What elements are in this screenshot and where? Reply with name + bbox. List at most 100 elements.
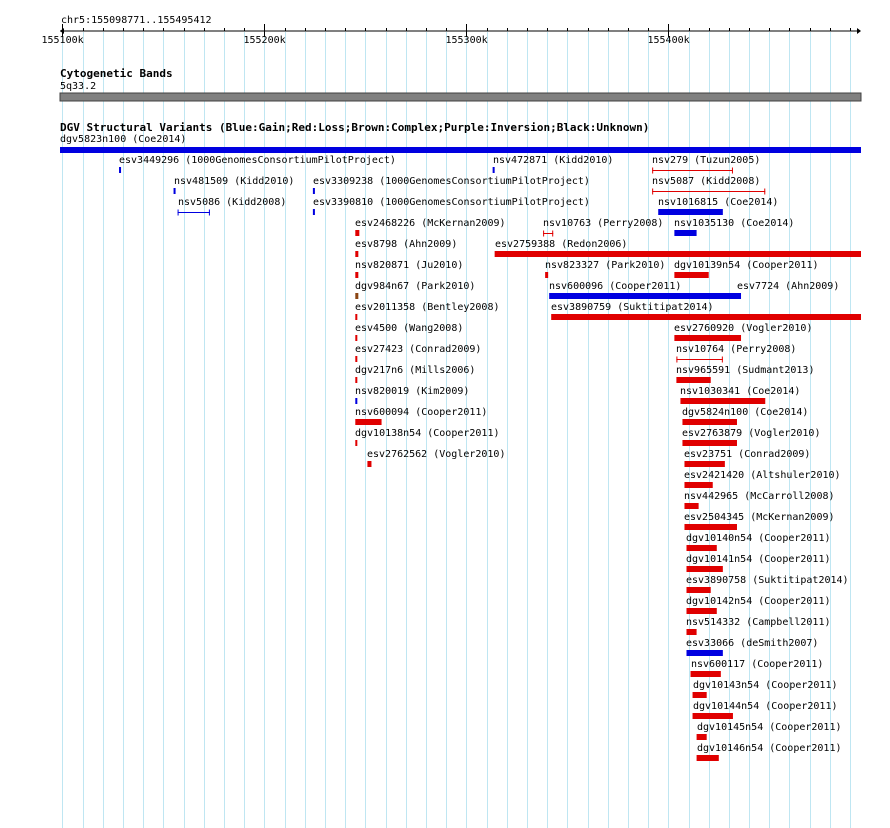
sv-feature-label[interactable]: nsv1030341 (Coe2014) <box>680 386 800 398</box>
sv-feature-label[interactable]: nsv442965 (McCarroll2008) <box>684 491 835 503</box>
sv-feature-label[interactable]: dgv10146n54 (Cooper2011) <box>697 743 842 755</box>
cytoband-band-label[interactable]: 5q33.2 <box>60 81 96 93</box>
sv-feature-label[interactable]: dgv984n67 (Park2010) <box>355 281 475 293</box>
sv-feature-glyph[interactable] <box>355 419 382 425</box>
sv-feature-glyph[interactable] <box>494 251 861 257</box>
sv-feature-glyph[interactable] <box>367 461 372 467</box>
sv-feature-label[interactable]: nsv600096 (Cooper2011) <box>549 281 681 293</box>
sv-feature-label[interactable]: esv3309238 (1000GenomesConsortiumPilotPr… <box>313 176 590 188</box>
sv-feature-glyph[interactable] <box>119 167 122 173</box>
sv-feature-label[interactable]: nsv820019 (Kim2009) <box>355 386 469 398</box>
sv-feature-label[interactable]: nsv1016815 (Coe2014) <box>658 197 778 209</box>
sv-feature-label[interactable]: nsv5087 (Kidd2008) <box>652 176 760 188</box>
sv-feature-glyph[interactable] <box>545 272 549 278</box>
sv-feature-label[interactable]: nsv1035130 (Coe2014) <box>674 218 794 230</box>
sv-feature-label[interactable]: dgv10140n54 (Cooper2011) <box>686 533 831 545</box>
sv-feature-label[interactable]: nsv823327 (Park2010) <box>545 260 665 272</box>
sv-feature-glyph[interactable] <box>492 167 495 173</box>
sv-feature-label[interactable]: dgv5823n100 (Coe2014) <box>60 134 186 146</box>
sv-feature-label[interactable]: esv2759388 (Redon2006) <box>495 239 627 251</box>
sv-feature-glyph[interactable] <box>684 482 713 488</box>
sv-feature-glyph[interactable] <box>551 314 861 320</box>
sv-feature-glyph[interactable] <box>686 587 711 593</box>
sv-feature-glyph[interactable] <box>690 671 721 677</box>
sv-feature-glyph[interactable] <box>355 335 358 341</box>
sv-feature-glyph[interactable] <box>658 209 723 215</box>
sv-feature-glyph[interactable] <box>682 419 737 425</box>
sv-feature-glyph[interactable] <box>355 251 359 257</box>
cytoband-bar[interactable] <box>59 92 862 102</box>
sv-feature-label[interactable]: dgv10142n54 (Cooper2011) <box>686 596 831 608</box>
sv-feature-glyph[interactable] <box>674 230 697 236</box>
sv-feature-glyph[interactable] <box>682 440 737 446</box>
sv-feature-label[interactable]: nsv5086 (Kidd2008) <box>178 197 286 209</box>
sv-feature-glyph[interactable] <box>312 209 315 215</box>
sv-feature-glyph[interactable] <box>736 293 741 299</box>
sv-feature-label[interactable]: esv2468226 (McKernan2009) <box>355 218 506 230</box>
sv-feature-label[interactable]: esv3890759 (Suktitipat2014) <box>551 302 714 314</box>
sv-feature-glyph[interactable] <box>355 230 360 236</box>
sv-feature-label[interactable]: nsv472871 (Kidd2010) <box>493 155 613 167</box>
sv-feature-label[interactable]: dgv10141n54 (Cooper2011) <box>686 554 831 566</box>
sv-feature-label[interactable]: esv8798 (Ahn2009) <box>355 239 457 251</box>
sv-feature-label[interactable]: dgv5824n100 (Coe2014) <box>682 407 808 419</box>
sv-feature-label[interactable]: esv4500 (Wang2008) <box>355 323 463 335</box>
sv-feature-label[interactable]: dgv10144n54 (Cooper2011) <box>693 701 838 713</box>
sv-feature-glyph[interactable] <box>696 755 719 761</box>
sv-feature-glyph[interactable] <box>355 314 358 320</box>
sv-feature-label[interactable]: nsv600117 (Cooper2011) <box>691 659 823 671</box>
sv-feature-label[interactable]: esv2504345 (McKernan2009) <box>684 512 835 524</box>
sv-feature-label[interactable]: esv3449296 (1000GenomesConsortiumPilotPr… <box>119 155 396 167</box>
sv-feature-glyph[interactable] <box>686 608 717 614</box>
sv-feature-label[interactable]: nsv820871 (Ju2010) <box>355 260 463 272</box>
sv-feature-glyph[interactable] <box>686 650 723 656</box>
sv-feature-glyph[interactable] <box>692 713 733 719</box>
sv-feature-label[interactable]: esv3390810 (1000GenomesConsortiumPilotPr… <box>313 197 590 209</box>
sv-feature-glyph[interactable] <box>543 230 554 237</box>
sv-feature-label[interactable]: esv2762562 (Vogler2010) <box>367 449 505 461</box>
sv-feature-label[interactable]: esv2421420 (Altshuler2010) <box>684 470 841 482</box>
sv-feature-glyph[interactable] <box>652 167 733 174</box>
sv-feature-label[interactable]: dgv217n6 (Mills2006) <box>355 365 475 377</box>
sv-feature-glyph[interactable] <box>549 293 742 299</box>
sv-feature-label[interactable]: nsv965591 (Sudmant2013) <box>676 365 814 377</box>
sv-feature-label[interactable]: esv7724 (Ahn2009) <box>737 281 839 293</box>
sv-feature-glyph[interactable] <box>355 398 358 404</box>
sv-feature-glyph[interactable] <box>684 524 737 530</box>
sv-feature-glyph[interactable] <box>177 209 210 216</box>
sv-feature-glyph[interactable] <box>60 147 861 153</box>
sv-feature-label[interactable]: esv2763879 (Vogler2010) <box>682 428 820 440</box>
sv-feature-label[interactable]: esv2760920 (Vogler2010) <box>674 323 812 335</box>
sv-feature-glyph[interactable] <box>312 188 315 194</box>
sv-feature-glyph[interactable] <box>355 293 359 299</box>
sv-feature-glyph[interactable] <box>355 440 358 446</box>
sv-feature-label[interactable]: esv27423 (Conrad2009) <box>355 344 481 356</box>
sv-feature-label[interactable]: dgv10139n54 (Cooper2011) <box>674 260 819 272</box>
sv-feature-glyph[interactable] <box>692 692 707 698</box>
sv-feature-glyph[interactable] <box>355 377 358 383</box>
sv-feature-glyph[interactable] <box>686 629 697 635</box>
sv-feature-glyph[interactable] <box>355 356 358 362</box>
sv-feature-glyph[interactable] <box>684 503 699 509</box>
sv-feature-label[interactable]: dgv10138n54 (Cooper2011) <box>355 428 500 440</box>
sv-feature-glyph[interactable] <box>173 188 176 194</box>
sv-feature-glyph[interactable] <box>652 188 766 195</box>
sv-feature-glyph[interactable] <box>674 272 709 278</box>
sv-feature-glyph[interactable] <box>680 398 766 404</box>
sv-feature-glyph[interactable] <box>676 356 723 363</box>
sv-feature-glyph[interactable] <box>686 545 717 551</box>
sv-feature-label[interactable]: nsv481509 (Kidd2010) <box>174 176 294 188</box>
sv-feature-label[interactable]: esv33066 (deSmith2007) <box>686 638 818 650</box>
sv-feature-glyph[interactable] <box>696 734 707 740</box>
sv-feature-label[interactable]: nsv10763 (Perry2008) <box>543 218 663 230</box>
sv-feature-label[interactable]: dgv10145n54 (Cooper2011) <box>697 722 842 734</box>
sv-feature-label[interactable]: dgv10143n54 (Cooper2011) <box>693 680 838 692</box>
sv-feature-label[interactable]: nsv279 (Tuzun2005) <box>652 155 760 167</box>
sv-feature-glyph[interactable] <box>686 566 723 572</box>
sv-feature-label[interactable]: esv2011358 (Bentley2008) <box>355 302 500 314</box>
sv-feature-label[interactable]: nsv514332 (Campbell2011) <box>686 617 831 629</box>
sv-feature-glyph[interactable] <box>676 377 711 383</box>
sv-feature-glyph[interactable] <box>674 335 742 341</box>
sv-feature-label[interactable]: esv23751 (Conrad2009) <box>684 449 810 461</box>
sv-feature-glyph[interactable] <box>355 272 359 278</box>
